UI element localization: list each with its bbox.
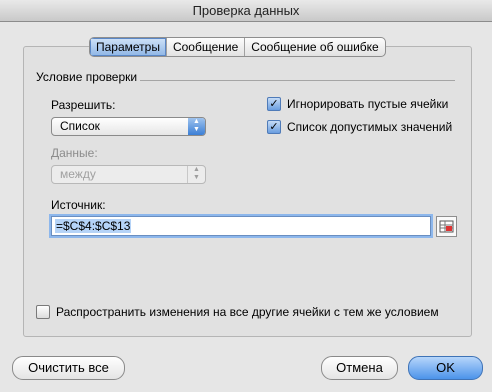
ignore-blank-checkbox[interactable]: ✓ Игнорировать пустые ячейки <box>267 97 448 111</box>
ignore-blank-label: Игнорировать пустые ячейки <box>287 97 449 111</box>
in-cell-dropdown-checkbox[interactable]: ✓ Список допустимых значений <box>267 120 452 134</box>
clear-all-button[interactable]: Очистить все <box>12 356 125 380</box>
checkmark-icon: ✓ <box>267 97 281 111</box>
allow-label: Разрешить: <box>51 98 116 112</box>
collapse-dialog-button[interactable] <box>436 216 457 237</box>
section-divider <box>140 80 455 81</box>
tab-bar: Параметры Сообщение Сообщение об ошибке <box>89 37 386 57</box>
allow-select-value: Список <box>60 119 100 133</box>
data-label: Данные: <box>51 146 98 160</box>
data-select: между ▲ ▼ <box>51 165 206 184</box>
source-label: Источник: <box>51 198 106 212</box>
source-input[interactable]: =$C$4:$C$13 <box>51 216 431 236</box>
tab-input-message[interactable]: Сообщение <box>167 38 246 56</box>
window-title: Проверка данных <box>0 0 492 22</box>
range-select-icon <box>439 220 454 233</box>
section-title: Условие проверки <box>36 70 138 84</box>
allow-select[interactable]: Список ▲ ▼ <box>51 117 206 136</box>
ok-button[interactable]: OK <box>408 356 483 380</box>
checkmark-icon: ✓ <box>267 120 281 134</box>
tab-settings[interactable]: Параметры <box>90 38 167 56</box>
cancel-button[interactable]: Отмена <box>321 356 398 380</box>
data-validation-dialog: Проверка данных Параметры Сообщение Сооб… <box>0 0 492 392</box>
updown-arrows-icon: ▲ ▼ <box>188 118 205 135</box>
source-value: =$C$4:$C$13 <box>55 219 132 233</box>
in-cell-dropdown-label: Список допустимых значений <box>287 120 453 134</box>
data-select-value: между <box>60 167 96 181</box>
tab-error-alert[interactable]: Сообщение об ошибке <box>245 38 384 56</box>
apply-to-all-label: Распространить изменения на все другие я… <box>56 305 439 319</box>
updown-arrows-icon: ▲ ▼ <box>187 166 205 183</box>
tab-panel <box>23 46 472 337</box>
apply-to-all-checkbox[interactable]: Распространить изменения на все другие я… <box>36 305 439 319</box>
checkbox-box <box>36 305 50 319</box>
